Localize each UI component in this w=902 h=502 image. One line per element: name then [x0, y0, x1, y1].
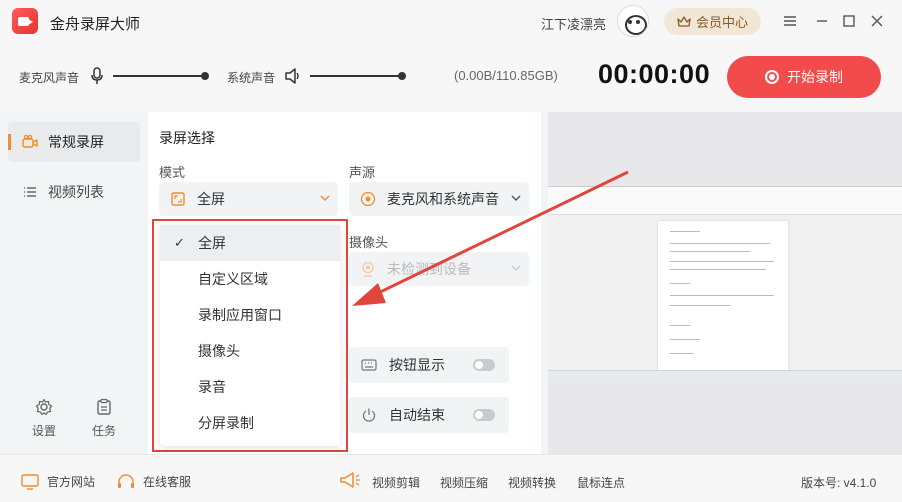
clipboard-icon [97, 398, 111, 415]
mode-value: 全屏 [197, 191, 225, 207]
audio-source-value: 麦克风和系统声音 [387, 191, 499, 207]
app-logo-icon [12, 8, 38, 34]
mode-option-camera[interactable]: 摄像头 [160, 333, 340, 369]
system-volume-label: 系统声音 [227, 71, 276, 85]
mode-option-label: 自定义区域 [198, 271, 268, 287]
start-record-label: 开始录制 [787, 69, 843, 85]
start-record-button[interactable]: 开始录制 [727, 56, 881, 98]
version-label: 版本号: v4.1.0 [801, 476, 877, 490]
chevron-down-icon [511, 195, 521, 202]
mode-dropdown-highlight: ✓ 全屏 自定义区域 录制应用窗口 摄像头 录音 分屏录制 [152, 219, 348, 452]
mode-option-audio[interactable]: 录音 [160, 369, 340, 405]
mode-option-label: 全屏 [198, 235, 226, 251]
screen-preview [548, 112, 902, 454]
sidebar: 常规录屏 视频列表 设置 任务 [0, 112, 148, 454]
mode-select[interactable]: 全屏 [159, 182, 338, 216]
sidebar-item-label: 常规录屏 [48, 134, 104, 150]
tool-video-compress[interactable]: 视频压缩 [440, 474, 488, 491]
megaphone-icon [340, 472, 360, 488]
speaker-icon[interactable] [284, 67, 302, 85]
settings-label: 设置 [31, 424, 56, 438]
button-display-label: 按钮显示 [389, 357, 445, 373]
mic-volume-label: 麦克风声音 [19, 71, 80, 85]
official-website-link[interactable]: 官方网站 [21, 473, 95, 490]
settings-button[interactable]: 设置 [19, 398, 69, 439]
mode-option-custom-region[interactable]: 自定义区域 [160, 261, 340, 297]
title-bar: 金舟录屏大师 江下凌漂亮 会员中心 [0, 0, 902, 44]
online-support-label: 在线客服 [143, 475, 192, 489]
webcam-icon [359, 260, 377, 278]
app-title: 金舟录屏大师 [50, 16, 141, 33]
mode-label: 模式 [159, 165, 186, 180]
section-title: 录屏选择 [159, 130, 215, 146]
camera-value: 未检测到设备 [387, 261, 471, 277]
mic-volume-handle[interactable] [201, 72, 209, 80]
mode-option-fullscreen[interactable]: ✓ 全屏 [160, 225, 340, 261]
vip-center-button[interactable]: 会员中心 [664, 8, 761, 35]
official-website-label: 官方网站 [47, 475, 96, 489]
camera-label: 摄像头 [349, 235, 389, 250]
audio-source-label: 声源 [349, 165, 376, 180]
close-icon[interactable] [868, 12, 886, 30]
preview-document-page [658, 221, 788, 371]
online-support-link[interactable]: 在线客服 [117, 473, 191, 490]
gear-icon [35, 398, 53, 416]
record-timer: 00:00:00 [598, 59, 711, 89]
mode-option-label: 分屏录制 [198, 415, 254, 431]
button-display-row: 按钮显示 [349, 347, 509, 383]
audio-control-bar: 麦克风声音 系统声音 (0.00B/110.85GB) 00:00:00 开始录… [0, 44, 902, 112]
auto-end-label: 自动结束 [389, 407, 445, 423]
audio-source-select[interactable]: 麦克风和系统声音 [349, 182, 529, 216]
username[interactable]: 江下凌漂亮 [541, 14, 606, 33]
preview-taskbar [548, 370, 902, 380]
preview-screenshot [548, 186, 902, 380]
chevron-down-icon [320, 195, 330, 202]
preview-ribbon [548, 187, 902, 215]
headset-icon [118, 473, 134, 488]
microphone-icon[interactable] [90, 67, 104, 85]
tasks-label: 任务 [91, 424, 116, 438]
system-volume-slider[interactable] [310, 72, 406, 80]
mode-dropdown-menu: ✓ 全屏 自定义区域 录制应用窗口 摄像头 录音 分屏录制 [160, 225, 340, 446]
chevron-down-icon [511, 265, 521, 272]
keyboard-icon [361, 359, 377, 371]
storage-info: (0.00B/110.85GB) [454, 68, 558, 83]
button-display-toggle[interactable] [473, 359, 495, 371]
mic-volume-slider[interactable] [113, 72, 209, 80]
list-icon [24, 187, 36, 197]
footer-bar: 官方网站 在线客服 视频剪辑 视频压缩 视频转换 鼠标连点 版本号: v4.1.… [0, 454, 902, 502]
mode-option-app-window[interactable]: 录制应用窗口 [160, 297, 340, 333]
mode-option-label: 摄像头 [198, 343, 240, 359]
mode-option-split-screen[interactable]: 分屏录制 [160, 405, 340, 441]
mode-option-label: 录音 [198, 379, 226, 395]
tool-video-edit[interactable]: 视频剪辑 [372, 474, 420, 491]
power-icon [362, 408, 376, 422]
auto-end-toggle[interactable] [473, 409, 495, 421]
avatar[interactable] [617, 5, 649, 37]
system-volume-handle[interactable] [398, 72, 406, 80]
crown-icon [677, 15, 691, 27]
sidebar-item-video-list[interactable]: 视频列表 [8, 172, 140, 212]
monitor-icon [21, 473, 39, 490]
minimize-icon[interactable] [813, 12, 831, 30]
maximize-icon[interactable] [840, 12, 858, 30]
audio-source-icon [359, 190, 377, 208]
check-icon: ✓ [174, 235, 185, 250]
tasks-button[interactable]: 任务 [79, 398, 129, 439]
menu-icon[interactable] [781, 12, 799, 30]
tool-video-convert[interactable]: 视频转换 [508, 474, 556, 491]
record-icon [765, 70, 779, 84]
sidebar-item-label: 视频列表 [48, 184, 104, 200]
vip-center-label: 会员中心 [695, 15, 748, 30]
camera-select: 未检测到设备 [349, 252, 529, 286]
mode-option-label: 录制应用窗口 [198, 307, 282, 323]
tool-auto-clicker[interactable]: 鼠标连点 [577, 474, 625, 491]
sidebar-item-regular-record[interactable]: 常规录屏 [8, 122, 140, 162]
camera-record-icon [22, 134, 38, 148]
auto-end-row: 自动结束 [349, 397, 509, 433]
fullscreen-icon [169, 190, 187, 208]
